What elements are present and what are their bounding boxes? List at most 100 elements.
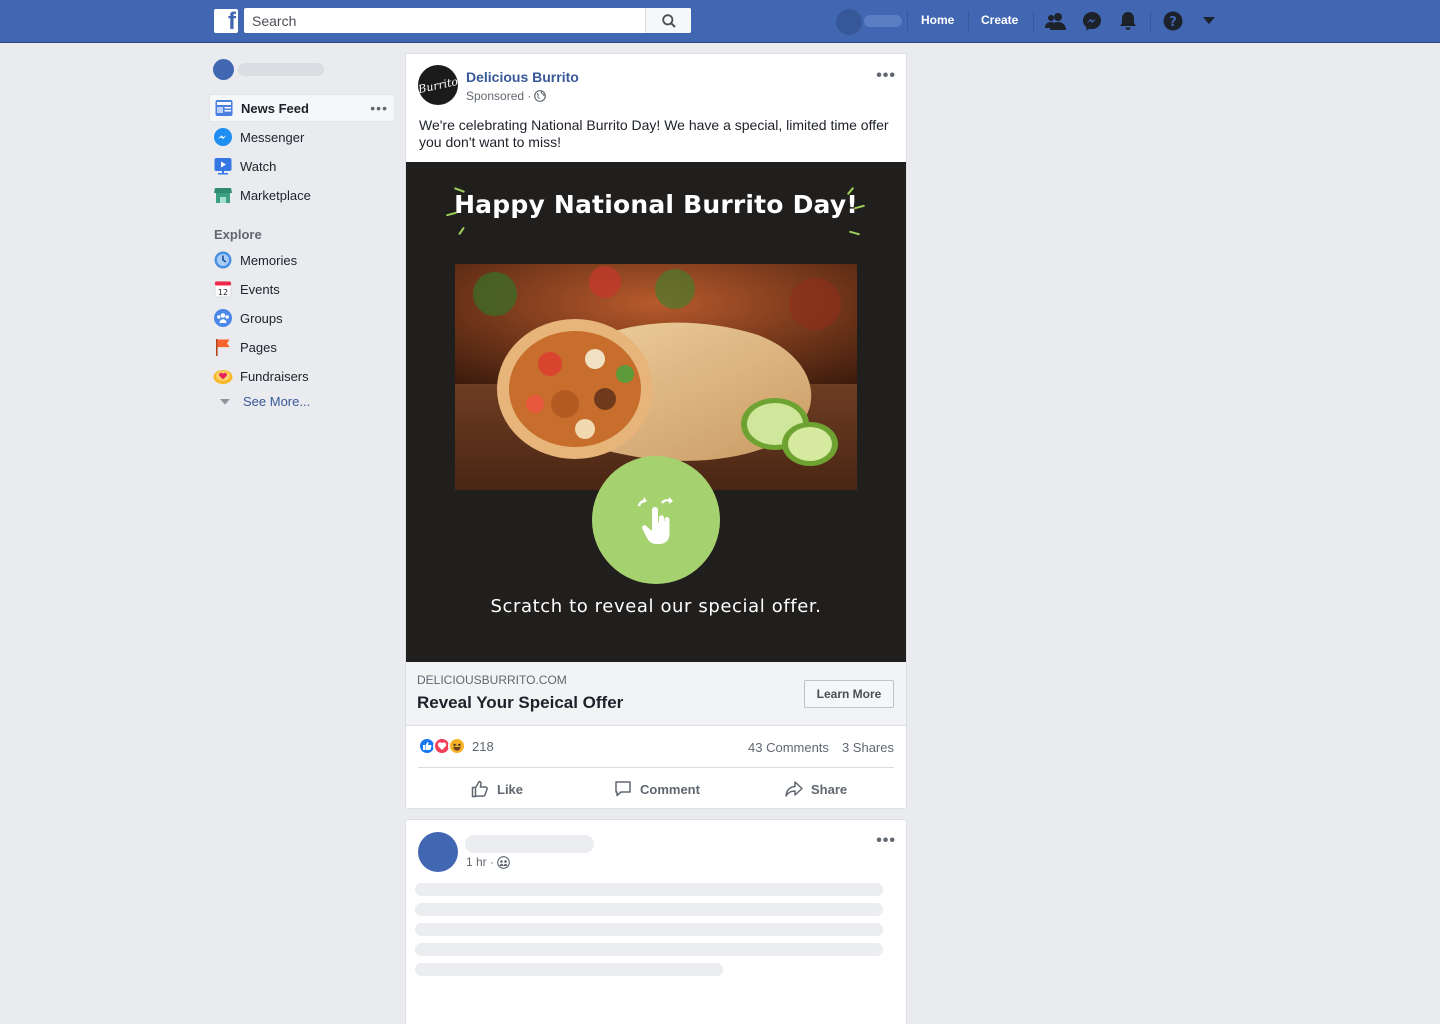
help-icon[interactable]: ? [1162, 10, 1184, 32]
post-author-placeholder [465, 835, 594, 853]
see-more-link[interactable]: See More... [213, 394, 310, 409]
post-options-icon[interactable]: ••• [876, 67, 896, 85]
post-avatar-placeholder [418, 832, 458, 872]
events-icon: 12 [213, 279, 233, 299]
pages-flag-icon [213, 337, 233, 357]
search-button[interactable] [645, 8, 691, 33]
sidebar-item-pages[interactable]: Pages [209, 333, 395, 361]
creative-headline: Happy National Burrito Day! [454, 190, 858, 219]
search-input[interactable] [244, 8, 645, 33]
sidebar-item-label: Marketplace [240, 187, 311, 203]
sidebar-item-memories[interactable]: Memories [209, 246, 395, 274]
fundraisers-icon [213, 366, 233, 386]
text-placeholder-line [415, 883, 883, 896]
watch-icon [213, 156, 233, 176]
marketplace-icon [213, 185, 233, 205]
thumbs-up-icon [471, 780, 488, 798]
create-link[interactable]: Create [981, 13, 1018, 27]
sidebar-item-groups[interactable]: Groups [209, 304, 395, 332]
sparkle-decoration [848, 230, 861, 236]
friends-audience-icon [497, 855, 510, 869]
sponsored-label: Sponsored · [466, 89, 547, 103]
sidebar-item-label: Pages [240, 339, 277, 355]
page-avatar-logo-text: Burrito [416, 74, 460, 96]
messenger-icon [213, 127, 233, 147]
chevron-down-icon [220, 398, 230, 404]
page-name-link[interactable]: Delicious Burrito [466, 69, 579, 85]
scratch-instruction: Scratch to reveal our special offer. [490, 596, 822, 617]
memories-icon [213, 250, 233, 270]
search-icon [661, 13, 676, 28]
sidebar-item-marketplace[interactable]: Marketplace [209, 181, 395, 209]
page-avatar[interactable]: Burrito [416, 65, 460, 105]
sidebar-item-watch[interactable]: Watch [209, 152, 395, 180]
scratch-hand-icon [637, 497, 673, 544]
comment-label: Comment [640, 781, 700, 797]
friend-requests-icon[interactable] [1045, 10, 1067, 32]
nav-divider [968, 11, 969, 31]
sidebar-item-messenger[interactable]: Messenger [209, 123, 395, 151]
facebook-logo[interactable]: f [214, 9, 238, 33]
sponsored-text: Sponsored · [466, 89, 532, 103]
comment-icon [615, 781, 631, 797]
share-arrow-icon [785, 781, 803, 797]
sidebar-item-label: News Feed [241, 100, 309, 116]
sidebar-item-fundraisers[interactable]: Fundraisers [209, 362, 395, 390]
like-button[interactable]: Like [471, 777, 523, 801]
see-more-label: See More... [243, 394, 311, 409]
post-timestamp: 1 hr · [466, 855, 510, 869]
nav-divider [907, 11, 908, 31]
svg-text:?: ? [1169, 15, 1177, 30]
link-domain: DELICIOUSBURRITO.COM [417, 673, 567, 687]
search-box [244, 8, 691, 33]
haha-reaction-icon [448, 737, 466, 755]
sidebar-item-label: Groups [240, 310, 283, 326]
post-time-text: 1 hr · [466, 855, 495, 869]
reaction-count: 218 [472, 738, 494, 754]
scratch-button[interactable] [592, 456, 720, 584]
shares-count-link[interactable]: 3 Shares [842, 740, 894, 755]
text-placeholder-line [415, 903, 883, 916]
events-icon-day: 12 [218, 288, 228, 297]
messenger-nav-icon[interactable] [1081, 10, 1103, 32]
explore-heading: Explore [214, 227, 262, 242]
home-link[interactable]: Home [921, 13, 954, 27]
profile-name-placeholder[interactable] [864, 15, 902, 27]
text-placeholder-line [415, 943, 883, 956]
scratch-card-creative[interactable]: Happy National Burrito Day! Scratch to r… [406, 162, 906, 662]
nav-divider [1150, 11, 1151, 31]
sidebar-item-label: Watch [240, 158, 277, 174]
share-label: Share [811, 781, 848, 797]
globe-icon [534, 90, 547, 102]
loading-post: 1 hr · ••• [405, 819, 907, 1024]
sponsored-post: Burrito Delicious Burrito Sponsored · ••… [405, 53, 907, 809]
notifications-bell-icon[interactable] [1117, 10, 1139, 32]
link-title[interactable]: Reveal Your Speical Offer [417, 693, 623, 713]
post-options-icon[interactable]: ••• [876, 832, 896, 850]
learn-more-button[interactable]: Learn More [804, 680, 894, 708]
news-feed-more-icon[interactable]: ••• [370, 100, 388, 116]
top-navigation-bar: f Home Create ? [0, 0, 1440, 43]
sidebar-item-label: Events [240, 281, 280, 297]
nav-divider [1033, 11, 1034, 31]
post-message: We're celebrating National Burrito Day! … [419, 117, 889, 150]
sidebar-item-label: Memories [240, 252, 298, 268]
comment-button[interactable]: Comment [614, 777, 700, 801]
sidebar-item-events[interactable]: 12 Events [209, 275, 395, 303]
text-placeholder-line [415, 923, 883, 936]
profile-avatar[interactable] [836, 9, 862, 35]
sidebar-item-label: Messenger [240, 129, 305, 145]
sidebar-item-news-feed[interactable]: News Feed ••• [209, 94, 395, 122]
left-nav-name-placeholder[interactable] [238, 63, 324, 76]
text-placeholder-line [415, 963, 723, 976]
sparkle-decoration [458, 226, 465, 236]
comments-count-link[interactable]: 43 Comments [748, 740, 829, 755]
groups-icon [213, 308, 233, 328]
reactions-summary[interactable]: 218 [418, 737, 494, 755]
left-nav-avatar[interactable] [213, 59, 234, 80]
facebook-logo-letter: f [228, 9, 236, 33]
sidebar-item-label: Fundraisers [240, 368, 309, 384]
link-preview[interactable]: DELICIOUSBURRITO.COM Reveal Your Speical… [406, 662, 906, 726]
share-button[interactable]: Share [785, 777, 847, 801]
account-menu-chevron-icon[interactable] [1198, 10, 1220, 32]
